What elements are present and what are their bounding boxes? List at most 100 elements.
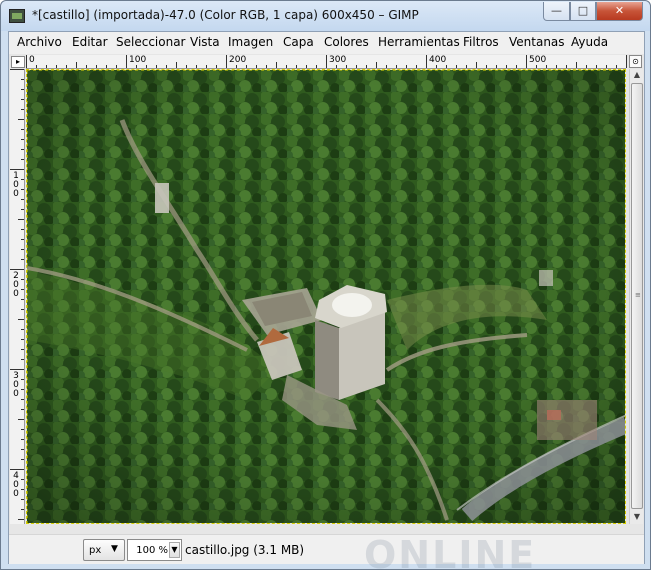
ruler-tick: [286, 65, 287, 68]
ruler-tick: [21, 179, 24, 180]
ruler-tick: [56, 65, 57, 68]
ruler-tick: [186, 65, 187, 68]
ruler-tick: [326, 55, 327, 68]
ruler-tick: [21, 89, 24, 90]
ruler-label: 400: [13, 471, 19, 499]
ruler-tick: [21, 459, 24, 460]
ruler-tick: [21, 489, 24, 490]
ruler-tick: [406, 65, 407, 68]
dropdown-arrow-icon: ▼: [111, 544, 118, 554]
ruler-tick: [576, 62, 577, 68]
ruler-tick: [36, 65, 37, 68]
menu-colores[interactable]: Colores: [324, 35, 369, 49]
ruler-tick: [236, 65, 237, 68]
ruler-tick: [21, 389, 24, 390]
ruler-tick: [306, 65, 307, 68]
gimp-app-icon: [9, 9, 25, 23]
scroll-down-icon[interactable]: ▼: [631, 511, 643, 523]
title-bar[interactable]: *[castillo] (importada)-47.0 (Color RGB,…: [1, 1, 650, 31]
ruler-tick: [486, 65, 487, 68]
ruler-tick: [18, 519, 24, 520]
ruler-tick: [586, 65, 587, 68]
menu-filtros[interactable]: Filtros: [463, 35, 499, 49]
menu-capa[interactable]: Capa: [283, 35, 314, 49]
zoom-value: 100 %: [136, 545, 168, 556]
close-button[interactable]: ✕: [596, 2, 643, 21]
ruler-tick: [76, 62, 77, 68]
ruler-tick: [366, 65, 367, 68]
ruler-tick: [10, 369, 24, 370]
ruler-tick: [21, 149, 24, 150]
minimize-button[interactable]: —: [543, 2, 570, 21]
ruler-label: 100: [129, 55, 147, 65]
ruler-tick: [21, 399, 24, 400]
ruler-tick: [18, 419, 24, 420]
ruler-tick: [426, 55, 427, 68]
ruler-tick: [21, 79, 24, 80]
ruler-tick: [86, 65, 87, 68]
zoom-icon: ⊙: [632, 57, 639, 66]
ruler-tick: [196, 65, 197, 68]
ruler-label: 400: [429, 55, 447, 65]
ruler-tick: [21, 479, 24, 480]
ruler-tick: [21, 189, 24, 190]
ruler-tick: [206, 65, 207, 68]
menu-vista[interactable]: Vista: [190, 35, 220, 49]
ruler-tick: [556, 65, 557, 68]
window-title: *[castillo] (importada)-47.0 (Color RGB,…: [32, 8, 419, 22]
ruler-label: 200: [13, 271, 19, 299]
ruler-tick: [526, 55, 527, 68]
ruler-tick: [21, 279, 24, 280]
ruler-tick: [376, 62, 377, 68]
menu-seleccionar[interactable]: Seleccionar: [116, 35, 185, 49]
ruler-tick: [21, 299, 24, 300]
ruler-tick: [436, 65, 437, 68]
ruler-tick: [21, 339, 24, 340]
ruler-tick: [416, 65, 417, 68]
ruler-tick: [386, 65, 387, 68]
scroll-up-icon[interactable]: ▲: [631, 69, 643, 81]
ruler-tick: [18, 219, 24, 220]
ruler-tick: [626, 55, 627, 68]
image-menu-button[interactable]: ▸: [11, 56, 25, 68]
menu-imagen[interactable]: Imagen: [228, 35, 273, 49]
ruler-tick: [146, 65, 147, 68]
ruler-tick: [496, 65, 497, 68]
menu-ayuda[interactable]: Ayuda: [571, 35, 608, 49]
horizontal-ruler[interactable]: 0 100 200 300 400 500: [26, 55, 627, 69]
menu-herramientas[interactable]: Herramientas: [378, 35, 460, 49]
ruler-tick: [21, 309, 24, 310]
ruler-tick: [226, 55, 227, 68]
ruler-tick: [21, 409, 24, 410]
menu-archivo[interactable]: Archivo: [17, 35, 62, 49]
ruler-tick: [336, 65, 337, 68]
menu-editar[interactable]: Editar: [72, 35, 108, 49]
ruler-tick: [26, 55, 27, 68]
menu-bar: Archivo Editar Seleccionar Vista Imagen …: [9, 32, 644, 53]
vertical-scroll-thumb[interactable]: ≡: [631, 83, 643, 509]
zoom-dropdown-icon[interactable]: ▼: [169, 542, 180, 558]
ruler-tick: [316, 65, 317, 68]
ruler-tick: [21, 329, 24, 330]
ruler-tick: [126, 55, 127, 68]
ruler-tick: [96, 65, 97, 68]
castle-aerial-photo: [27, 70, 625, 523]
maximize-button[interactable]: □: [570, 2, 596, 21]
ruler-tick: [446, 65, 447, 68]
ruler-tick: [21, 239, 24, 240]
vertical-ruler[interactable]: 100 200 300 400: [10, 69, 25, 524]
zoom-combo[interactable]: 100 % ▼: [127, 539, 182, 561]
ruler-tick: [276, 62, 277, 68]
vertical-scrollbar[interactable]: ▲ ≡ ▼: [629, 69, 643, 524]
ruler-tick: [21, 129, 24, 130]
image-canvas[interactable]: [26, 69, 626, 524]
ruler-tick: [10, 169, 24, 170]
ruler-label: 300: [329, 55, 347, 65]
menu-ventanas[interactable]: Ventanas: [509, 35, 565, 49]
unit-selector[interactable]: px ▼: [83, 539, 125, 561]
zoom-on-resize-button[interactable]: ⊙: [629, 55, 642, 68]
ruler-label: 0: [29, 55, 35, 65]
gimp-window: *[castillo] (importada)-47.0 (Color RGB,…: [0, 0, 651, 570]
ruler-tick: [10, 69, 24, 70]
ruler-label: 100: [13, 171, 19, 199]
